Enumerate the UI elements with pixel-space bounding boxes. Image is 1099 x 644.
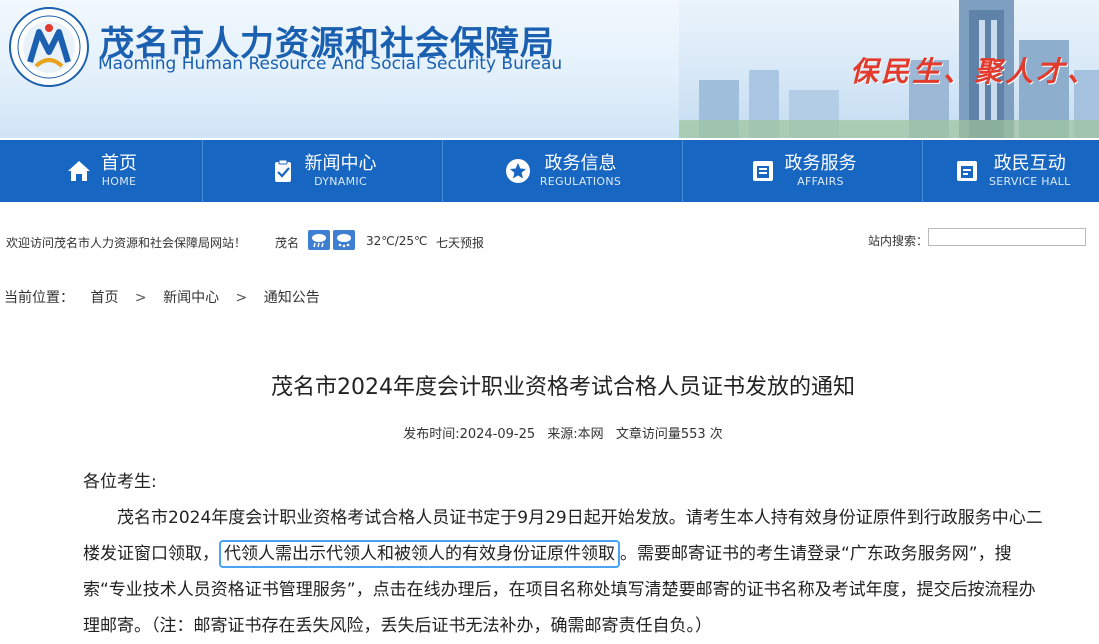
- search-input[interactable]: [928, 228, 1086, 246]
- view-count: 文章访问量553 次: [615, 427, 723, 442]
- breadcrumb-separator: >: [134, 290, 147, 306]
- highlighted-text: 代领人需出示代领人和被领人的有效身份证原件领取: [219, 540, 620, 568]
- article-greeting: 各位考生:: [83, 472, 157, 492]
- star-circle-icon: [505, 159, 530, 183]
- nav-sublabel: REGULATIONS: [539, 175, 622, 188]
- nav-item-interaction[interactable]: 政民互动 SERVICE HALL: [923, 140, 1099, 202]
- breadcrumb-separator: >: [235, 290, 248, 306]
- nav-sublabel: SERVICE HALL: [989, 175, 1071, 188]
- article-source: 来源:本网: [547, 427, 604, 442]
- site-banner: 茂名市人力资源和社会保障局 Maoming Human Resource And…: [0, 0, 1099, 138]
- main-nav: 首页 HOME 新闻中心 DYNAMIC 政务信息 REGULATIONS 政务…: [0, 140, 1099, 202]
- nav-label: 新闻中心: [304, 153, 377, 174]
- search-label: 站内搜索：: [868, 234, 929, 248]
- document-icon: [752, 161, 773, 181]
- publish-date: 发布时间:2024-09-25: [403, 427, 536, 442]
- breadcrumb-item-home[interactable]: 首页: [90, 287, 118, 307]
- article-title: 茂名市2024年度会计职业资格考试合格人员证书发放的通知: [271, 375, 855, 400]
- site-title-en: Maoming Human Resource And Social Securi…: [98, 54, 563, 74]
- welcome-text: 欢迎访问茂名市人力资源和社会保障局网站！: [6, 236, 247, 250]
- nav-label: 政务信息: [544, 153, 617, 174]
- article-meta: 发布时间:2024-09-25 来源:本网 文章访问量553 次: [0, 423, 1099, 442]
- weather-city: 茂名: [275, 236, 300, 250]
- nav-sublabel: HOME: [101, 175, 137, 188]
- article-paragraph: 茂名市2024年度会计职业资格考试合格人员证书定于9月29日起开始发放。请考生本…: [83, 500, 1043, 644]
- snow-rain-icon: [333, 230, 355, 250]
- breadcrumb: 当前位置： 首页 > 新闻中心 > 通知公告: [4, 287, 320, 307]
- nav-item-news[interactable]: 新闻中心 DYNAMIC: [203, 140, 443, 202]
- nav-label: 政务服务: [784, 153, 857, 174]
- nav-sublabel: AFFAIRS: [797, 175, 844, 188]
- bureau-logo: [9, 7, 89, 87]
- nav-label: 政民互动: [993, 153, 1066, 174]
- forecast-link[interactable]: 七天预报: [436, 234, 484, 251]
- nav-sublabel: DYNAMIC: [314, 175, 367, 188]
- info-bar: 欢迎访问茂名市人力资源和社会保障局网站！ 茂名 32℃/25℃ 七天预报 站内搜…: [0, 224, 1099, 258]
- rain-icon: [308, 230, 330, 250]
- slogan-text: 保民生、聚人才、促发: [850, 55, 1099, 88]
- breadcrumb-item-news[interactable]: 新闻中心: [163, 287, 219, 307]
- nav-item-affairs[interactable]: 政务服务 AFFAIRS: [683, 140, 923, 202]
- breadcrumb-label: 当前位置：: [4, 290, 74, 306]
- breadcrumb-item-notice[interactable]: 通知公告: [264, 287, 320, 307]
- home-icon: [68, 161, 90, 181]
- nav-item-home[interactable]: 首页 HOME: [0, 140, 203, 202]
- chat-document-icon: [957, 161, 977, 181]
- nav-label: 首页: [101, 153, 137, 174]
- nav-item-regulations[interactable]: 政务信息 REGULATIONS: [443, 140, 683, 202]
- temperature: 32℃/25℃: [366, 234, 428, 248]
- clipboard-check-icon: [274, 159, 291, 182]
